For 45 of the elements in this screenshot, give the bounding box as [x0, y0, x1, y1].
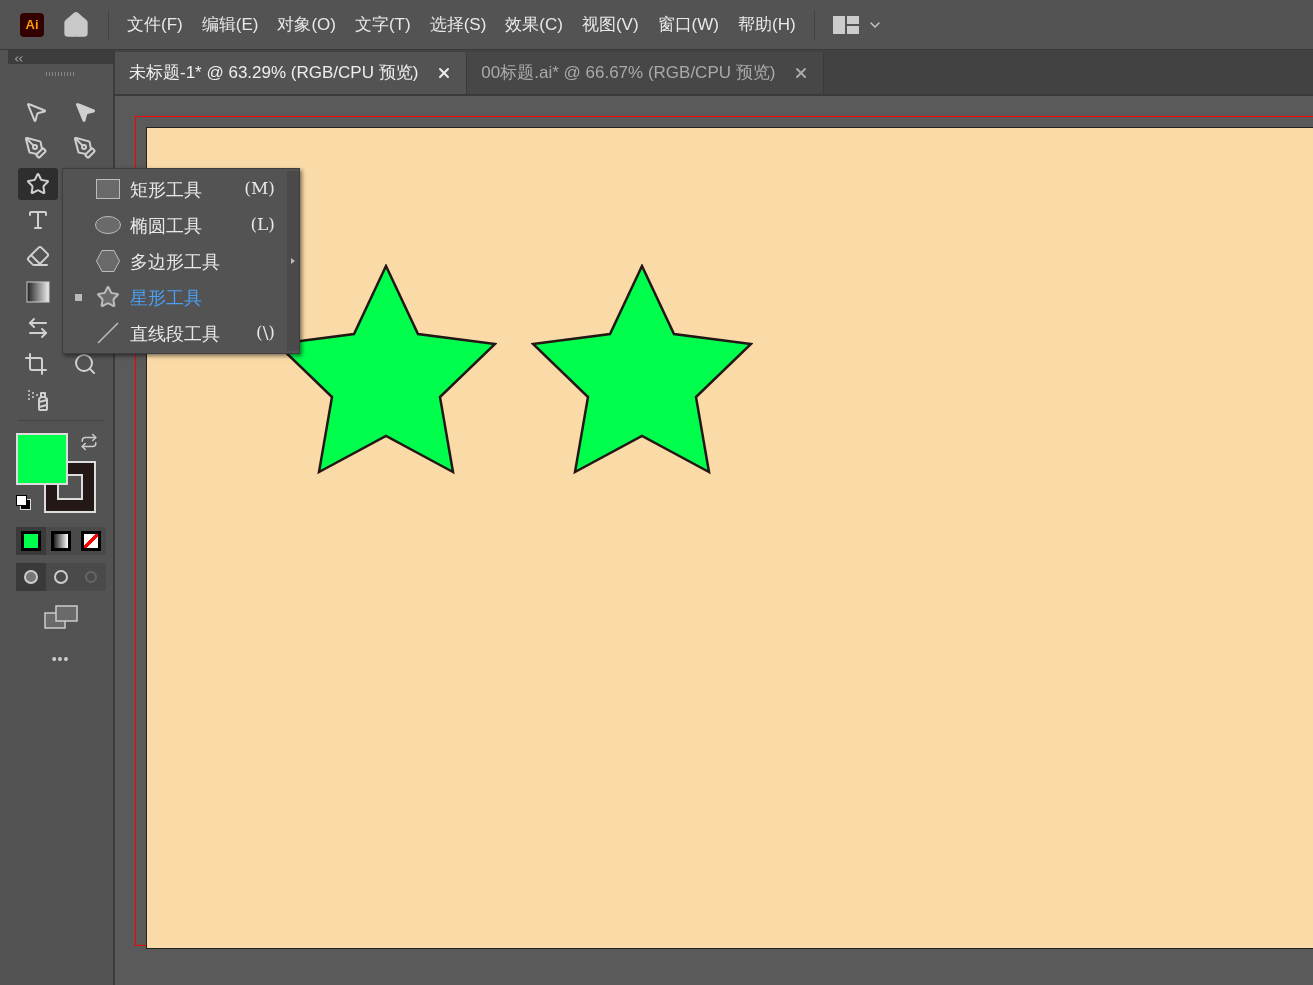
grip-icon	[45, 72, 76, 76]
screen-mode-icon[interactable]	[43, 605, 78, 629]
layout-icon	[832, 15, 859, 34]
flyout-item[interactable]: 椭圆工具 (L)	[63, 207, 299, 243]
draw-normal-button[interactable]	[15, 563, 46, 591]
artboard-icon	[23, 352, 48, 376]
swap-icon[interactable]	[79, 433, 98, 451]
menu-item[interactable]: 文字(T)	[354, 11, 411, 38]
flyout-item[interactable]: 直线段工具 (\)	[63, 315, 299, 351]
menu-item[interactable]: 编辑(E)	[201, 11, 259, 38]
star-icon	[26, 172, 50, 196]
more-tools-button[interactable]: •••	[51, 649, 70, 670]
spray-can-icon	[26, 388, 50, 412]
type-icon	[26, 208, 50, 232]
menu-item[interactable]: 选择(S)	[429, 11, 487, 38]
menu-item[interactable]: 视图(V)	[581, 11, 639, 38]
document-tab[interactable]: 00标题.ai* @ 66.67% (RGB/CPU 预览)	[467, 52, 825, 94]
line-icon	[96, 321, 120, 345]
hexagon-icon	[95, 249, 121, 273]
flyout-item[interactable]: 多边形工具	[63, 243, 299, 279]
fill-swatch[interactable]	[15, 433, 68, 485]
rectangle-icon	[95, 178, 121, 200]
pen-icon	[23, 136, 48, 160]
zoom-icon	[73, 352, 98, 376]
flyout-item[interactable]: 矩形工具 (M)	[63, 171, 299, 207]
menu-item[interactable]: 对象(O)	[277, 11, 336, 38]
menu-item[interactable]: 文件(F)	[127, 11, 183, 38]
current-tool-bullet	[74, 293, 82, 301]
document-tab[interactable]: 未标题-1* @ 63.29% (RGB/CPU 预览)	[115, 52, 468, 94]
default-colors-icon[interactable]	[15, 495, 32, 511]
tool-button[interactable]	[18, 168, 58, 200]
star-icon	[96, 285, 120, 309]
color-button[interactable]	[15, 527, 46, 555]
collapse-icon[interactable]	[14, 56, 23, 63]
app-logo[interactable]: Ai	[20, 12, 44, 37]
arrow-icon	[73, 100, 98, 124]
gradient-icon	[26, 281, 50, 303]
ellipse-icon	[94, 215, 122, 235]
menu-item[interactable]: 效果(C)	[505, 11, 563, 38]
home-icon[interactable]	[62, 10, 90, 39]
menu-item[interactable]: 帮助(H)	[738, 11, 796, 38]
warp-icon	[26, 316, 50, 340]
menu-item[interactable]: 窗口(W)	[657, 11, 719, 38]
pen-icon	[73, 136, 98, 160]
eraser-icon	[26, 244, 50, 268]
